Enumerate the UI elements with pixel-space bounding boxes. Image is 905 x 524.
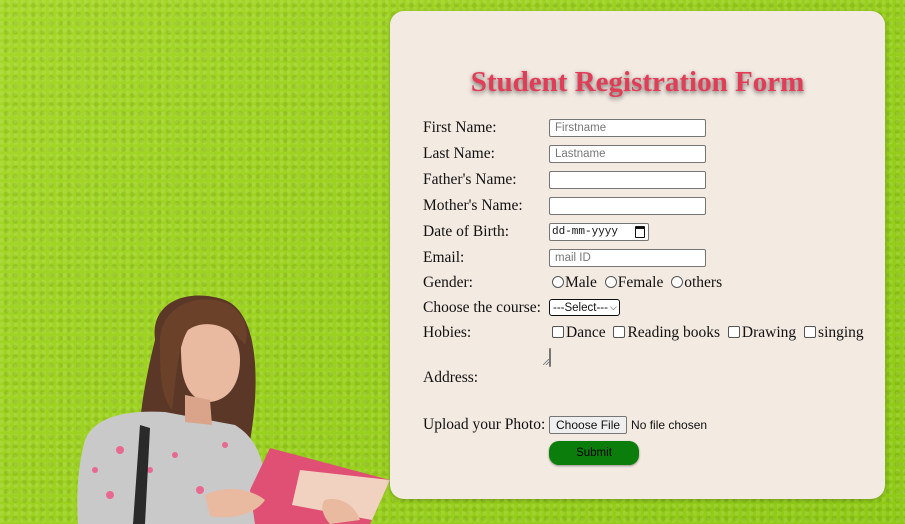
gender-option-others[interactable]: others [671,274,722,292]
gender-option-male[interactable]: Male [552,274,597,292]
radio-others[interactable] [671,276,684,288]
last-name-input[interactable]: Lastname [549,145,706,163]
gender-male-label: Male [565,274,597,291]
address-textarea[interactable] [543,348,551,367]
checkbox-drawing[interactable] [727,326,740,338]
course-label: Choose the course: [423,299,541,316]
hobby-drawing-label: Drawing [741,324,797,341]
gender-options: Male Female others [552,274,726,292]
radio-male[interactable] [552,276,564,288]
father-name-label: Father's Name: [423,171,517,188]
photo-label: Upload your Photo: [423,416,546,433]
registration-card: Student Registration Form First Name: Fi… [390,11,885,499]
gender-option-female[interactable]: Female [604,274,664,292]
dob-label: Date of Birth: [423,223,510,240]
hobbies-label: Hobies: [423,324,472,341]
address-label: Address: [423,369,479,386]
submit-button[interactable]: Submit [549,441,639,465]
gender-label: Gender: [423,274,473,291]
hobby-dance[interactable]: Dance [552,324,606,342]
checkbox-reading[interactable] [613,326,626,338]
course-selected: ---Select--- [553,301,608,314]
hobby-drawing[interactable]: Drawing [727,324,797,342]
hobby-reading[interactable]: Reading books [613,324,720,342]
hobby-singing-label: singing [818,324,864,341]
hobbies-options: Dance Reading books Drawing singing [552,324,868,342]
mother-name-label: Mother's Name: [423,197,523,214]
dob-input[interactable]: dd-mm-yyyy [549,223,649,241]
email-input[interactable]: mail ID [549,249,706,267]
last-name-label: Last Name: [423,145,495,162]
row-address: Address: [423,348,551,386]
radio-female[interactable] [604,276,617,288]
first-name-label: First Name: [423,119,497,136]
photo-upload: Choose File No file chosen [549,416,707,434]
calendar-icon[interactable] [635,226,645,238]
chevron-down-icon: ⌵ [609,302,617,312]
mother-name-input[interactable] [549,197,706,215]
hobby-singing[interactable]: singing [804,324,864,342]
gender-others-label: others [684,274,723,291]
first-name-input[interactable]: Firstname [549,119,706,137]
dob-value: dd-mm-yyyy [552,226,619,238]
resize-grip-icon[interactable] [543,359,549,365]
father-name-input[interactable] [549,171,706,189]
checkbox-dance[interactable] [552,326,564,338]
form-title: Student Registration Form [470,66,805,98]
course-select[interactable]: ---Select--- ⌵ [549,299,620,316]
gender-female-label: Female [617,274,664,291]
hobby-reading-label: Reading books [627,324,721,341]
hobby-dance-label: Dance [566,324,606,341]
checkbox-singing[interactable] [804,326,817,338]
email-label: Email: [423,249,465,266]
choose-file-button[interactable]: Choose File [549,416,628,434]
file-status: No file chosen [631,418,708,432]
